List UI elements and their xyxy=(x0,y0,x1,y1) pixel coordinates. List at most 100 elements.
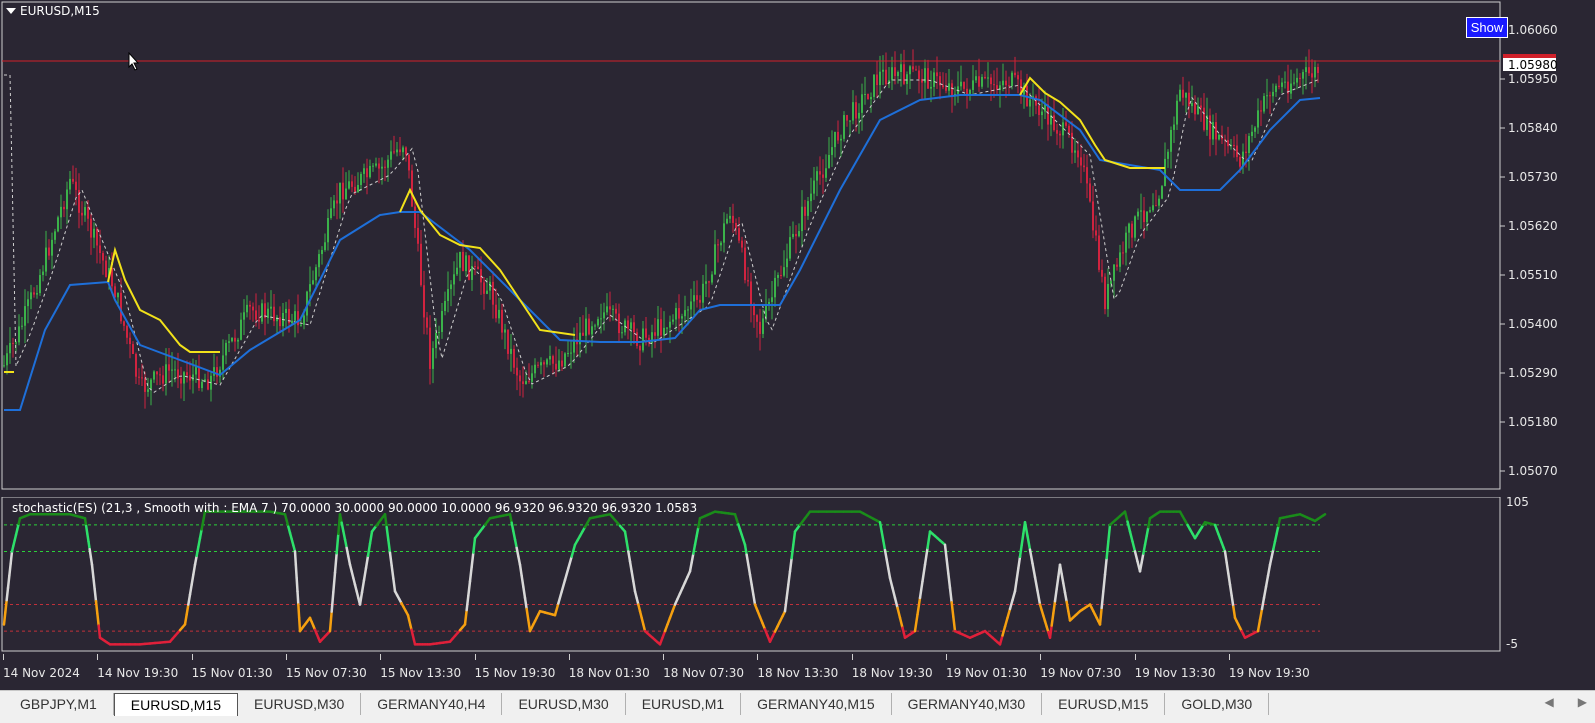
candle-body xyxy=(522,381,524,384)
candle-body xyxy=(630,322,632,328)
candle-body xyxy=(708,281,710,282)
candle-body xyxy=(882,70,884,72)
candle-body xyxy=(738,228,740,240)
osc-line-segment xyxy=(298,591,299,604)
candle-body xyxy=(795,234,797,236)
candle-body xyxy=(816,171,818,180)
candle-body xyxy=(1053,115,1055,130)
osc-line-segment xyxy=(190,585,192,595)
candle-body xyxy=(507,329,509,353)
osc-line-segment xyxy=(1145,536,1147,545)
candle-body xyxy=(1155,205,1157,206)
candle-body xyxy=(789,237,791,258)
scroll-left-icon[interactable]: ◀ xyxy=(1545,695,1554,709)
candle-body xyxy=(1281,82,1283,86)
candle-body xyxy=(822,175,824,178)
candle-body xyxy=(852,102,854,120)
candle-body xyxy=(921,79,923,83)
candle-body xyxy=(357,185,359,192)
chevron-down-icon[interactable] xyxy=(6,8,16,14)
candle-body xyxy=(435,333,437,348)
candle-body xyxy=(312,280,314,284)
chart-tab[interactable]: GOLD,M30 xyxy=(1165,693,1269,715)
candle-body xyxy=(666,328,668,329)
candle-body xyxy=(147,389,149,391)
chart-title[interactable]: EURUSD,M15 xyxy=(6,4,100,18)
osc-line-segment xyxy=(385,514,387,527)
chart-tab[interactable]: EURUSD,M15 xyxy=(114,693,238,716)
candle-body xyxy=(81,213,83,216)
chart-tab[interactable]: GERMANY40,M15 xyxy=(741,693,891,715)
osc-line-segment xyxy=(295,551,296,564)
candle-body xyxy=(837,132,839,141)
candle-body xyxy=(48,248,50,256)
osc-line-segment xyxy=(298,605,299,618)
candle-body xyxy=(1146,212,1148,222)
candle-body xyxy=(414,207,416,228)
scroll-right-icon[interactable]: ▶ xyxy=(1578,695,1587,709)
candle-body xyxy=(1296,78,1298,83)
candle-body xyxy=(672,320,674,322)
candle-body xyxy=(885,70,887,84)
price-chart[interactable]: 1.060601.058401.057301.056201.055101.054… xyxy=(0,0,1595,497)
candle-body xyxy=(948,83,950,90)
chart-tab[interactable]: EURUSD,M30 xyxy=(238,693,361,715)
candle-body xyxy=(840,139,842,141)
stochastic-oscillator-panel[interactable]: 105 -5 xyxy=(0,497,1595,662)
candle-body xyxy=(681,316,683,318)
candle-body xyxy=(387,160,389,168)
candle-body xyxy=(1161,186,1163,199)
chart-tab[interactable]: EURUSD,M1 xyxy=(626,693,741,715)
osc-line-segment xyxy=(185,615,187,625)
candle-body xyxy=(762,318,764,334)
chart-tab[interactable]: GBPJPY,M1 xyxy=(4,693,114,715)
candle-body xyxy=(603,312,605,318)
osc-line-segment xyxy=(388,540,390,553)
show-button[interactable]: Show xyxy=(1466,17,1508,38)
candle-body xyxy=(444,301,446,311)
candle-body xyxy=(411,170,413,206)
osc-line-segment xyxy=(948,574,950,588)
candle-body xyxy=(240,320,242,340)
candle-body xyxy=(1248,136,1250,153)
osc-line-segment xyxy=(1053,601,1055,613)
candle-body xyxy=(42,272,44,275)
osc-line-segment xyxy=(750,575,752,585)
candle-body xyxy=(726,219,728,224)
candle-body xyxy=(1185,93,1187,98)
candle-body xyxy=(1104,277,1106,309)
osc-line-segment xyxy=(1232,596,1234,607)
candle-body xyxy=(735,223,737,228)
candle-body xyxy=(1317,67,1319,73)
candle-body xyxy=(12,343,14,344)
candle-body xyxy=(732,216,734,223)
osc-line-segment xyxy=(945,545,947,559)
osc-line-segment xyxy=(197,547,199,556)
chart-tab[interactable]: GERMANY40,M30 xyxy=(892,693,1042,715)
candle-body xyxy=(477,267,479,269)
chart-tab[interactable]: GERMANY40,H4 xyxy=(361,693,502,715)
osc-line-segment xyxy=(952,602,954,616)
candle-body xyxy=(441,311,443,332)
osc-line-segment xyxy=(887,559,889,568)
candle-body xyxy=(225,343,227,356)
osc-line-segment xyxy=(630,561,632,571)
candle-body xyxy=(486,291,488,294)
osc-line-segment xyxy=(882,532,884,541)
candle-body xyxy=(3,365,5,366)
time-label: 14 Nov 2024 xyxy=(3,666,80,680)
osc-line-segment xyxy=(1022,534,1024,546)
candle-body xyxy=(75,182,77,190)
candle-body xyxy=(144,378,146,392)
candle-body xyxy=(150,380,152,390)
candle-body xyxy=(372,166,374,167)
candle-body xyxy=(780,275,782,276)
candle-body xyxy=(348,181,350,188)
candle-body xyxy=(951,83,953,96)
candle-body xyxy=(1089,183,1091,201)
candle-body xyxy=(9,343,11,353)
candle-body xyxy=(18,326,20,342)
osc-line-segment xyxy=(510,514,512,522)
chart-tab[interactable]: EURUSD,M15 xyxy=(1042,693,1165,715)
chart-tab[interactable]: EURUSD,M30 xyxy=(502,693,625,715)
